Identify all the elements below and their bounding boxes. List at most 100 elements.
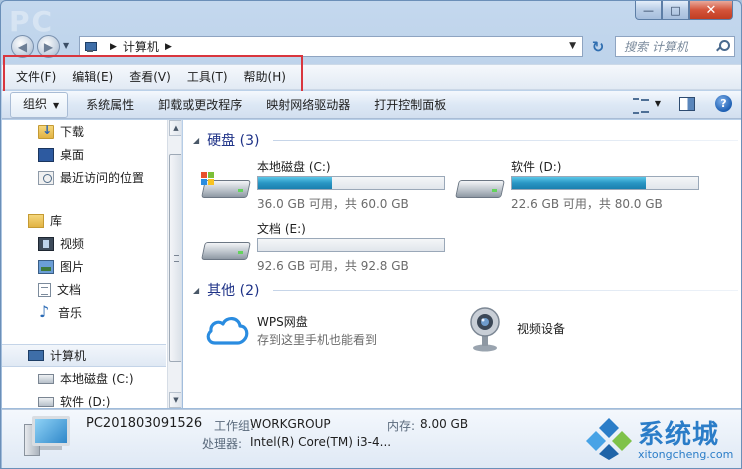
hard-drive-icon <box>201 234 251 264</box>
refresh-button[interactable]: ↻ <box>586 36 610 57</box>
preview-pane-icon[interactable] <box>679 96 695 111</box>
drive-tile-c[interactable]: 本地磁盘 (C:) 36.0 GB 可用，共 60.0 GB <box>201 158 448 218</box>
nav-item-drive-d[interactable]: 软件 (D:) <box>2 390 166 408</box>
breadcrumb-separator-icon[interactable]: ▶ <box>110 42 117 52</box>
scroll-grip-icon <box>174 255 179 262</box>
nav-item-label: 计算机 <box>50 349 87 363</box>
nav-item-music[interactable]: 音乐 <box>2 301 166 324</box>
nav-item-label: 文档 <box>57 283 82 297</box>
forward-arrow-icon: ▶ <box>43 39 54 54</box>
command-bar-right: ▼ ? <box>632 95 732 114</box>
download-folder-icon <box>38 123 54 139</box>
pc-name: PC201803091526 <box>86 416 203 431</box>
nav-item-label: 本地磁盘 (C:) <box>60 372 134 386</box>
memory-label: 内存: <box>387 419 416 433</box>
nav-item-documents[interactable]: 文档 <box>2 278 166 301</box>
nav-item-drive-c[interactable]: 本地磁盘 (C:) <box>2 367 166 390</box>
hard-drive-icon <box>455 172 505 202</box>
breadcrumb-computer[interactable]: 计算机 <box>123 38 159 55</box>
collapse-icon: ◢ <box>193 135 200 145</box>
map-network-drive-button[interactable]: 映射网络驱动器 <box>254 94 362 116</box>
menu-view[interactable]: 查看(V) <box>123 67 177 87</box>
nav-item-computer[interactable]: 计算机 <box>2 344 166 367</box>
help-icon[interactable]: ? <box>715 95 732 112</box>
drive-free-space: 92.6 GB 可用，共 92.8 GB <box>257 259 409 273</box>
nav-item-videos[interactable]: 视频 <box>2 232 166 255</box>
address-row: ◀ ▶ ▼ ▶ 计算机 ▶ ▼ ↻ 搜索 计算机 <box>1 34 741 60</box>
close-button[interactable]: ✕ <box>689 1 733 20</box>
item-title: 视频设备 <box>517 322 566 336</box>
drive-tile-e[interactable]: 文档 (E:) 92.6 GB 可用，共 92.8 GB <box>201 220 448 280</box>
group-divider <box>273 140 738 141</box>
organize-button[interactable]: 组织 ▼ <box>10 91 69 118</box>
back-arrow-icon: ◀ <box>17 39 28 54</box>
menu-help[interactable]: 帮助(H) <box>238 67 292 87</box>
group-divider <box>273 290 738 291</box>
refresh-icon: ↻ <box>591 37 605 56</box>
nav-item-pictures[interactable]: 图片 <box>2 255 166 278</box>
watermark-logo-icon <box>586 418 632 460</box>
nav-item-label: 软件 (D:) <box>60 395 111 408</box>
scroll-up-icon[interactable]: ▲ <box>169 120 181 136</box>
drive-name: 软件 (D:) <box>511 160 562 174</box>
navigation-scrollbar[interactable]: ▲ ▼ <box>167 120 181 408</box>
scrollbar-thumb[interactable] <box>169 154 181 362</box>
nav-item-recent-places[interactable]: 最近访问的位置 <box>2 166 166 189</box>
back-button[interactable]: ◀ <box>11 35 34 58</box>
workgroup-label: 工作组: <box>214 419 255 433</box>
nav-item-downloads[interactable]: 下载 <box>2 120 166 143</box>
desktop-icon <box>38 147 54 162</box>
workgroup-value: WORKGROUP <box>250 417 331 431</box>
drive-usage-bar <box>511 176 699 190</box>
system-properties-button[interactable]: 系统属性 <box>74 94 146 116</box>
command-bar: 组织 ▼ 系统属性 卸载或更改程序 映射网络驱动器 打开控制面板 ▼ ? <box>2 91 741 119</box>
group-title: 其他 (2) <box>207 283 260 299</box>
search-input[interactable]: 搜索 计算机 <box>615 36 735 57</box>
drive-usage-bar <box>257 238 445 252</box>
group-header-other[interactable]: ◢ 其他 (2) <box>193 280 738 300</box>
recent-pages-dropdown[interactable]: ▼ <box>63 41 69 50</box>
minimize-button[interactable]: — <box>635 1 662 20</box>
chevron-down-icon: ▼ <box>53 100 60 110</box>
content-pane: ◢ 硬盘 (3) 本地磁盘 (C:) 36.0 GB 可用，共 60.0 GB … <box>183 120 741 408</box>
watermark-name: 系统城 <box>638 420 720 450</box>
forward-button[interactable]: ▶ <box>37 35 60 58</box>
scroll-down-icon[interactable]: ▼ <box>169 392 181 408</box>
computer-icon <box>84 41 98 53</box>
nav-item-label: 图片 <box>60 260 85 274</box>
address-dropdown-icon[interactable]: ▼ <box>569 41 576 51</box>
open-control-panel-button[interactable]: 打开控制面板 <box>362 94 458 116</box>
caption-buttons: — □ ✕ <box>635 1 733 21</box>
menu-tools[interactable]: 工具(T) <box>181 67 234 87</box>
address-bar[interactable]: ▶ 计算机 ▶ ▼ <box>79 36 583 57</box>
breadcrumb-separator-icon[interactable]: ▶ <box>165 42 172 52</box>
menu-edit[interactable]: 编辑(E) <box>66 67 119 87</box>
item-subtitle: 存到这里手机也能看到 <box>257 333 378 347</box>
webcam-icon <box>470 307 500 352</box>
processor-value: Intel(R) Core(TM) i3-4... <box>250 435 392 449</box>
drive-name: 本地磁盘 (C:) <box>257 160 331 174</box>
drive-tile-d[interactable]: 软件 (D:) 22.6 GB 可用，共 80.0 GB <box>455 158 702 218</box>
menu-file[interactable]: 文件(F) <box>10 67 62 87</box>
watermark-url: xitongcheng.com <box>638 448 734 461</box>
memory-value: 8.00 GB <box>420 417 469 431</box>
drive-free-space: 22.6 GB 可用，共 80.0 GB <box>511 197 663 211</box>
computer-icon <box>28 350 44 361</box>
search-placeholder: 搜索 计算机 <box>624 40 688 54</box>
drive-usage-fill <box>512 177 646 189</box>
view-options-dropdown-icon[interactable]: ▼ <box>655 99 661 108</box>
other-item-video-device[interactable]: 视频设备 <box>465 306 665 352</box>
nav-item-libraries[interactable]: 库 <box>2 209 166 232</box>
group-header-hard-disks[interactable]: ◢ 硬盘 (3) <box>193 130 738 150</box>
uninstall-program-button[interactable]: 卸载或更改程序 <box>146 94 254 116</box>
item-title: WPS网盘 <box>257 315 308 329</box>
drive-usage-bar <box>257 176 445 190</box>
search-icon[interactable] <box>716 40 730 52</box>
organize-label: 组织 <box>23 96 48 111</box>
nav-item-desktop[interactable]: 桌面 <box>2 143 166 166</box>
change-view-icon[interactable] <box>632 97 649 114</box>
documents-library-icon <box>38 282 51 297</box>
maximize-button[interactable]: □ <box>662 1 689 20</box>
other-item-wps-cloud[interactable]: WPS网盘 存到这里手机也能看到 <box>205 313 425 353</box>
